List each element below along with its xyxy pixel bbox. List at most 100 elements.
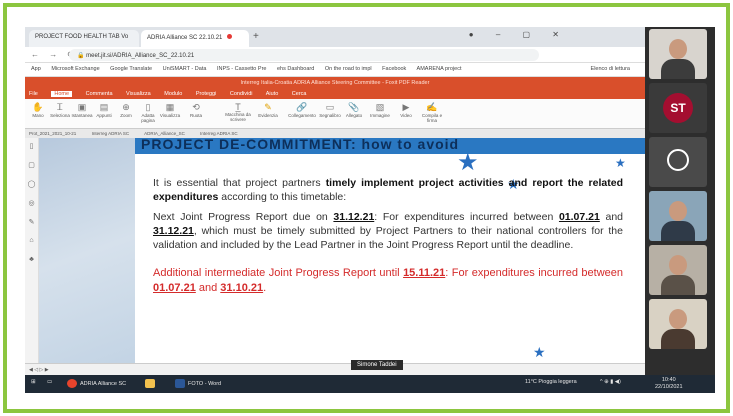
typewriter-button[interactable]: T̲ Macchina da scrivere	[221, 102, 255, 122]
participant-camera-off-tile[interactable]	[649, 137, 707, 187]
highlighter-icon: ✎	[264, 102, 272, 112]
participant-video[interactable]	[649, 29, 707, 79]
attachment-icon: 📎	[348, 102, 360, 112]
attachment-icon[interactable]: ✎	[25, 214, 38, 233]
additional-report-paragraph: Additional intermediate Joint Progress R…	[153, 267, 623, 294]
star-icon: ★	[533, 344, 546, 360]
tab-form[interactable]: Modulo	[164, 91, 182, 97]
fit-page-button[interactable]: ▯ Adatta pagina	[137, 102, 159, 123]
taskbar-item-chrome[interactable]: ADRIA Alliance SC	[67, 379, 126, 388]
participant-video[interactable]	[649, 191, 707, 241]
image-button[interactable]: ▧ Immagine	[367, 102, 393, 118]
windows-taskbar: ⊞ ▭ ADRIA Alliance SC FOTO - Word 11°C P…	[25, 375, 715, 393]
snapshot-button[interactable]: ▣ Istantanea	[71, 102, 93, 118]
pages-icon[interactable]: ▢	[25, 157, 38, 176]
bookmark-item[interactable]: App	[31, 66, 41, 72]
image-icon: ▧	[375, 102, 385, 112]
tab-file[interactable]: File	[29, 91, 38, 97]
tab-protect[interactable]: Proteggi	[196, 91, 217, 97]
cursor-icon: Ꮖ	[57, 102, 63, 112]
tab-view[interactable]: Visualizza	[126, 91, 151, 97]
user-icon	[667, 149, 689, 171]
tab-comment[interactable]: Commenta	[86, 91, 113, 97]
security-icon[interactable]: ♣	[25, 252, 38, 271]
attachment-button[interactable]: 📎 Allegato	[343, 102, 365, 118]
bookmark-icon[interactable]: ▯	[25, 138, 38, 157]
speaker-name-label: Simone Taddei	[351, 360, 403, 370]
document-tab-strip: Prot_2021_2021_10-21 Interreg ADRIA SC A…	[25, 129, 645, 138]
signature-icon[interactable]: ⌂	[25, 233, 38, 252]
rotate-icon: ⟲	[192, 102, 200, 112]
pen-icon: ✍	[426, 102, 438, 112]
bookmark-item[interactable]: ehs Dashboard	[277, 66, 314, 72]
tray-icons[interactable]: ^ ⊕ ▮ ◀)	[600, 379, 621, 385]
page-nav-icon[interactable]: ◀ ◁ ▷ ▶	[29, 367, 49, 373]
view-button[interactable]: ▦ Visualizza	[159, 102, 181, 118]
lock-icon: 🔒	[77, 53, 87, 59]
browser-tab-strip: PROJECT FOOD HEALTH TAB Vo ADRIA Allianc…	[25, 27, 645, 47]
clock[interactable]: 10:40 22/10/2021	[655, 377, 683, 391]
comment-icon[interactable]: ◯	[25, 176, 38, 195]
taskbar-item-word[interactable]: FOTO - Word	[175, 379, 221, 388]
bookmark-icon: ▭	[325, 102, 335, 112]
task-view-icon[interactable]: ▭	[47, 379, 52, 385]
browser-tab-project[interactable]: PROJECT FOOD HEALTH TAB Vo	[29, 30, 139, 47]
fit-page-icon: ▯	[145, 102, 151, 112]
tab-help[interactable]: Aiuto	[266, 91, 279, 97]
bookmark-item[interactable]: INPS - Cassetto Pre	[217, 66, 267, 72]
video-button[interactable]: ▶ Video	[395, 102, 417, 118]
document-tab[interactable]: Prot_2021_2021_10-21	[29, 131, 76, 136]
tab-label: PROJECT FOOD HEALTH TAB Vo	[35, 34, 129, 40]
participant-face	[669, 39, 687, 59]
tab-label: ADRIA Alliance SC 22.10.21	[147, 35, 223, 41]
bookmark-item[interactable]: On the road to impl	[325, 66, 372, 72]
bookmark-item[interactable]: Google Translate	[110, 66, 152, 72]
heading-band: PROJECT DE-COMMITMENT: how to avoid	[135, 138, 645, 154]
participant-video[interactable]	[649, 299, 707, 349]
hand-tool-button[interactable]: ✋ Mano	[27, 102, 49, 118]
clipboard-button[interactable]: ▤ Appunti	[93, 102, 115, 118]
weather-widget[interactable]: 11°C Pioggia leggera	[525, 379, 577, 385]
next-report-paragraph: Next Joint Progress Report due on 31.12.…	[153, 211, 623, 251]
bookmark-item[interactable]: AMARENA project	[417, 66, 462, 72]
folder-icon	[145, 379, 155, 388]
tab-share[interactable]: Condividi	[230, 91, 253, 97]
document-tab[interactable]: Interreg ADRIA SC	[92, 131, 130, 136]
window-controls[interactable]: ● – ▢ ✕	[469, 30, 569, 39]
video-icon: ▶	[402, 102, 410, 112]
link-button[interactable]: 🔗 Collegamento	[287, 102, 317, 118]
tab-search[interactable]: Cerca	[292, 91, 307, 97]
new-tab-icon[interactable]: +	[253, 31, 259, 42]
bookmarks-bar: App Microsoft Exchange Google Translate …	[25, 63, 645, 77]
highlight-button[interactable]: ✎ Evidenzia	[257, 102, 279, 118]
browser-tab-meeting[interactable]: ADRIA Alliance SC 22.10.21	[141, 30, 249, 47]
slide-page: PROJECT DE-COMMITMENT: how to avoid ★ ★ …	[135, 138, 645, 363]
star-icon: ★	[457, 149, 479, 176]
document-tab[interactable]: ADRIA_Alliance_SC	[144, 131, 185, 136]
slide-body: It is essential that project partners ti…	[153, 176, 623, 302]
document-tab[interactable]: Interreg ADRIA SC	[200, 131, 238, 136]
fill-sign-button[interactable]: ✍ Compila e firma	[419, 102, 445, 123]
url-field[interactable]: 🔒 meet.jit.si/ADRIA_Alliance_SC_22.10.21	[69, 49, 539, 61]
tab-home[interactable]: Home	[51, 91, 73, 97]
view-icon: ▦	[165, 102, 175, 112]
pdf-app-title: Interreg Italia-Croatia ADRIA Alliance S…	[25, 77, 645, 89]
address-bar: ← → ⟳ 🔒 meet.jit.si/ADRIA_Alliance_SC_22…	[25, 47, 645, 63]
bookmark-item[interactable]: Elenco di lettura	[591, 66, 630, 72]
bookmark-button[interactable]: ▭ Segnalibro	[319, 102, 341, 118]
frame-border: PROJECT FOOD HEALTH TAB Vo ADRIA Allianc…	[3, 3, 730, 413]
zoom-icon: ⊕	[122, 102, 130, 112]
bookmark-item[interactable]: UniSMART - Data	[163, 66, 207, 72]
ribbon-toolbar: ✋ Mano Ꮖ Seleziona ▣ Istantanea ▤ Appunti ⊕ Z…	[25, 99, 645, 129]
zoom-button[interactable]: ⊕ Zoom	[115, 102, 137, 118]
start-icon[interactable]: ⊞	[31, 379, 36, 385]
bookmark-item[interactable]: Facebook	[382, 66, 406, 72]
layers-icon[interactable]: ◎	[25, 195, 38, 214]
bookmark-item[interactable]: Microsoft Exchange	[51, 66, 99, 72]
slide-heading: PROJECT DE-COMMITMENT: how to avoid	[141, 138, 460, 152]
participant-video[interactable]	[649, 245, 707, 295]
select-tool-button[interactable]: Ꮖ Seleziona	[49, 102, 71, 118]
taskbar-item-explorer[interactable]	[145, 379, 158, 388]
participant-avatar-tile[interactable]: ST	[649, 83, 707, 133]
rotate-button[interactable]: ⟲ Ruota	[185, 102, 207, 118]
